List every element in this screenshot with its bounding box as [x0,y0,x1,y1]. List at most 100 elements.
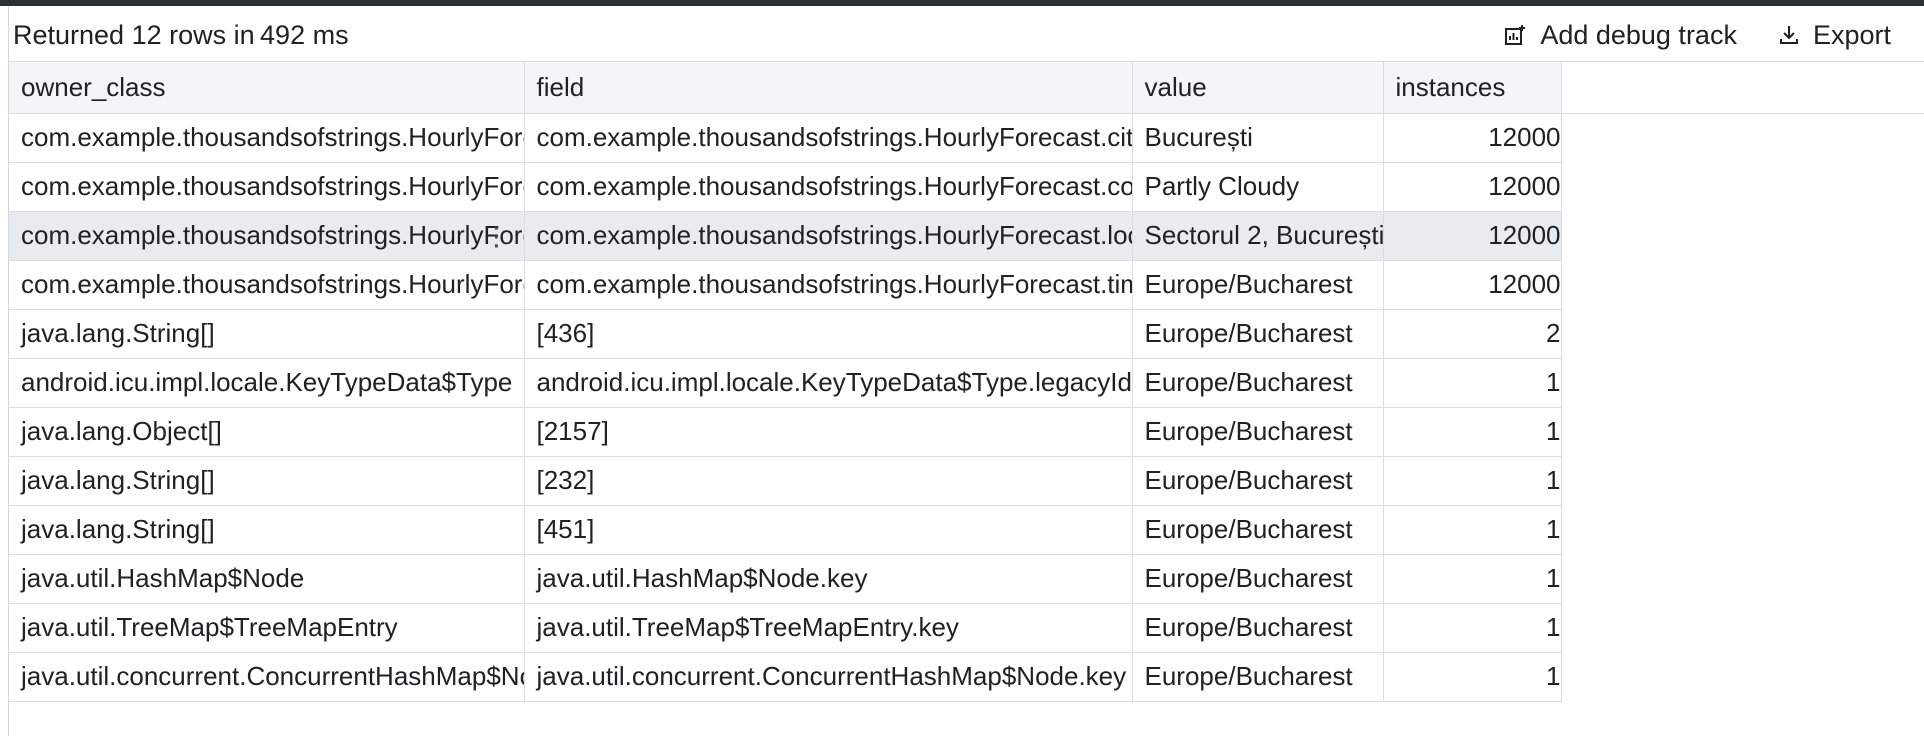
cell-value[interactable]: Europe/Bucharest [1132,652,1384,702]
cell-instances[interactable]: 12000 [1383,162,1562,212]
cell-owner-class[interactable]: com.example.thousandsofstrings.HourlyFor… [9,113,525,163]
cell-text: 1 [1396,457,1560,505]
add-chart-icon [1504,24,1526,46]
table-row[interactable]: java.util.TreeMap$TreeMapEntry java.util.… [9,603,1924,653]
table-row[interactable]: com.example.thousandsofstrings.HourlyFor… [9,211,1924,261]
cell-value[interactable]: Europe/Bucharest [1132,407,1384,457]
cell-text: Europe/Bucharest [1145,604,1383,652]
cell-value[interactable]: Europe/Bucharest [1132,554,1384,604]
cell-field[interactable]: [2157] [524,407,1133,457]
cell-value[interactable]: Europe/Bucharest [1132,260,1384,310]
column-header-filler [1561,62,1924,114]
cell-owner-class[interactable]: com.example.thousandsofstrings.HourlyFor… [9,211,525,261]
cell-field[interactable]: [451] [524,505,1133,555]
cell-field[interactable]: com.example.thousandsofstrings.HourlyFor… [524,113,1133,163]
cell-text: 1 [1396,506,1560,554]
export-label: Export [1812,19,1891,50]
column-header-instances[interactable]: instances [1383,62,1562,114]
table-row[interactable]: java.util.HashMap$Node java.util.HashMap$… [9,554,1924,604]
cell-value: 1 [1546,563,1561,593]
cell-instances[interactable]: 12000 [1383,211,1562,261]
cell-value[interactable]: Europe/Bucharest [1132,456,1384,506]
cell-instances[interactable]: 1 [1383,505,1562,555]
table-row[interactable]: com.example.thousandsofstrings.HourlyFor… [9,162,1924,212]
cell-owner-class[interactable]: java.util.concurrent.ConcurrentHashMap$N… [9,652,525,702]
cell-value[interactable]: București [1132,113,1384,163]
cell-instances[interactable]: 12000 [1383,113,1562,163]
cell-owner-class[interactable]: java.util.HashMap$Node [9,554,525,604]
cell-value[interactable]: Europe/Bucharest [1132,358,1384,408]
cell-instances[interactable]: 12000 [1383,260,1562,310]
cell-field[interactable]: com.example.thousandsofstrings.HourlyFor… [524,260,1133,310]
cell-value: com.example.thousandsofstrings.HourlyFor… [536,171,1132,201]
cell-text: [436] [537,310,1132,358]
cell-filler [1561,652,1924,701]
table-row[interactable]: java.lang.String[] [232] Europe/Bucharest 1 [9,456,1924,506]
cell-field[interactable]: com.example.thousandsofstrings.HourlyFor… [524,211,1133,261]
cell-instances[interactable]: 2 [1383,309,1562,359]
cell-text: Europe/Bucharest [1145,359,1383,407]
cell-value: java.lang.Object[] [21,416,222,446]
column-header-field[interactable]: field [524,62,1133,114]
cell-text: Europe/Bucharest [1145,457,1383,505]
export-button[interactable]: Export [1769,15,1901,55]
cell-value[interactable]: Europe/Bucharest [1132,603,1384,653]
cell-owner-class[interactable]: java.util.TreeMap$TreeMapEntry [9,603,525,653]
cell-value[interactable]: Partly Cloudy [1132,162,1384,212]
cell-value: java.util.TreeMap$TreeMapEntry [21,612,398,642]
cell-owner-class[interactable]: java.lang.String[] [9,456,525,506]
cell-value: java.util.concurrent.ConcurrentHashMap$N… [536,661,1127,691]
cell-owner-class[interactable]: com.example.thousandsofstrings.HourlyFor… [9,162,525,212]
cell-text: 1 [1396,408,1560,456]
cell-value: Sectorul 2, București [1144,220,1383,250]
cell-instances[interactable]: 1 [1383,554,1562,604]
cell-instances[interactable]: 1 [1383,603,1562,653]
table-row[interactable]: com.example.thousandsofstrings.HourlyFor… [9,113,1924,163]
cell-field[interactable]: java.util.HashMap$Node.key [524,554,1133,604]
column-header-value[interactable]: value [1132,62,1384,114]
cell-text: 1 [1396,653,1560,701]
cell-value[interactable]: Europe/Bucharest [1132,505,1384,555]
cell-text: Europe/Bucharest [1145,310,1383,358]
cell-value[interactable]: Sectorul 2, București [1132,211,1384,261]
cell-text: 1 [1396,555,1561,603]
table-row[interactable]: java.lang.String[] [451] Europe/Bucharest 1 [9,505,1924,555]
cell-field[interactable]: [436] [524,309,1133,359]
cell-value: [451] [536,514,595,544]
table-row[interactable]: android.icu.impl.locale.KeyTypeData$Type… [9,358,1924,408]
cell-instances[interactable]: 1 [1383,456,1562,506]
cell-owner-class[interactable]: java.lang.String[] [9,309,525,359]
cell-owner-class[interactable]: java.lang.String[] [9,505,525,555]
cell-field[interactable]: [232] [524,456,1133,506]
cell-text: com.example.thousandsofstrings.HourlyFor… [21,261,523,309]
table-row[interactable]: java.lang.Object[] [2157] Europe/Bucharest… [9,407,1924,457]
cell-instances[interactable]: 1 [1383,358,1562,408]
cell-owner-class[interactable]: android.icu.impl.locale.KeyTypeData$Type [9,358,525,408]
cell-field[interactable]: java.util.TreeMap$TreeMapEntry.key [524,603,1133,653]
cell-field[interactable]: android.icu.impl.locale.KeyTypeData$Type… [524,358,1133,408]
cell-field[interactable]: java.util.concurrent.ConcurrentHashMap$N… [524,652,1133,702]
cell-text: java.lang.String[] [21,457,523,505]
cell-text: com.example.thousandsofstrings.HourlyFor… [537,212,1132,260]
add-debug-track-button[interactable]: Add debug track [1494,15,1747,55]
table-row[interactable]: com.example.thousandsofstrings.HourlyFor… [9,260,1924,310]
more-vert-icon[interactable]: ⋮ [484,223,510,249]
cell-owner-class[interactable]: com.example.thousandsofstrings.HourlyFor… [9,260,525,310]
cell-owner-class[interactable]: java.lang.Object[] [9,407,525,457]
cell-value: java.util.TreeMap$TreeMapEntry.key [536,612,959,642]
cell-value[interactable]: Europe/Bucharest [1132,309,1384,359]
cell-instances[interactable]: 1 [1383,652,1562,702]
column-header-owner-class[interactable]: owner_class [9,62,525,114]
cell-filler [1561,407,1924,456]
cell-field[interactable]: com.example.thousandsofstrings.HourlyFor… [524,162,1133,212]
cell-filler [1561,162,1924,211]
cell-value: Europe/Bucharest [1144,661,1353,691]
cell-instances[interactable]: 1 [1383,407,1562,457]
cell-text: java.util.HashMap$Node.key [537,555,1132,603]
table-row[interactable]: java.lang.String[] [436] Europe/Bucharest 2 [9,309,1924,359]
cell-text: Europe/Bucharest [1145,555,1383,603]
table-row[interactable]: java.util.concurrent.ConcurrentHashMap$N… [9,652,1924,702]
cell-value: București [1144,122,1253,152]
cell-text: com.example.thousandsofstrings.HourlyFor… [537,261,1132,309]
cell-text: Europe/Bucharest [1145,261,1383,309]
